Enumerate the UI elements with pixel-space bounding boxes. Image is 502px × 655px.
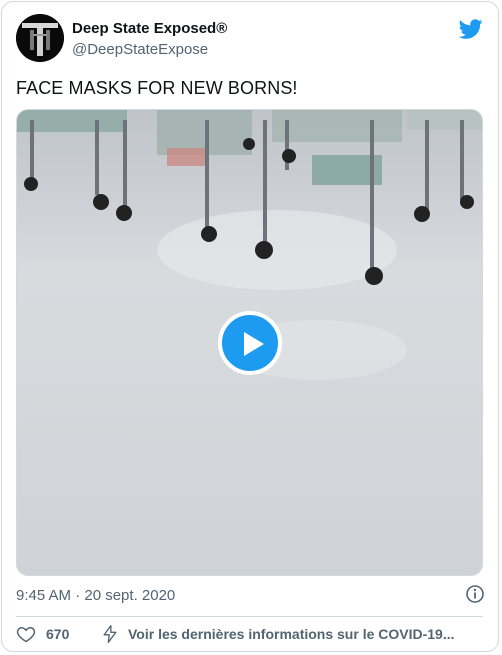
- twitter-bird-icon[interactable]: [459, 17, 483, 41]
- like-count[interactable]: 670: [46, 626, 69, 642]
- tweet-timestamp[interactable]: 9:45 AM · 20 sept. 2020: [16, 587, 175, 604]
- author-name[interactable]: Deep State Exposed®: [72, 20, 227, 37]
- covid-info-link[interactable]: Voir les dernières informations sur le C…: [128, 626, 455, 642]
- info-icon[interactable]: [465, 584, 485, 604]
- author-avatar[interactable]: [16, 14, 64, 62]
- divider: [16, 616, 483, 617]
- author-handle[interactable]: @DeepStateExpose: [72, 41, 208, 58]
- heart-icon[interactable]: [16, 624, 36, 644]
- tweet-text: FACE MASKS FOR NEW BORNS!: [16, 78, 298, 98]
- lightning-bolt-icon: [103, 625, 117, 643]
- video-player[interactable]: [16, 109, 483, 576]
- play-icon: [244, 332, 264, 356]
- play-button[interactable]: [218, 311, 282, 375]
